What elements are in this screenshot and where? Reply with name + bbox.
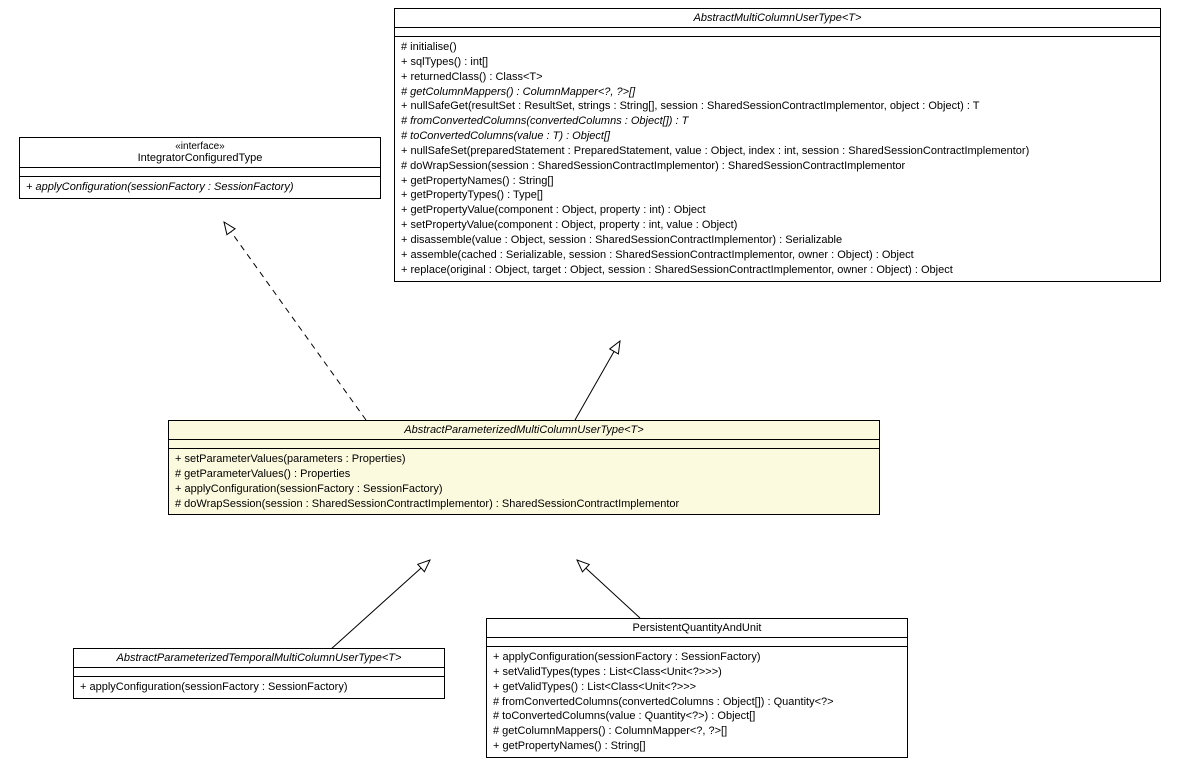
method: # initialise() (401, 40, 1154, 55)
class-title: AbstractMultiColumnUserType<T> (395, 9, 1160, 28)
method: + returnedClass() : Class<T> (401, 70, 1154, 85)
methods-compartment: + setParameterValues(parameters : Proper… (169, 449, 879, 514)
attributes-compartment (20, 168, 380, 177)
method: + setPropertyValue(component : Object, p… (401, 218, 1154, 233)
method: + sqlTypes() : int[] (401, 55, 1154, 70)
generalization-connector (575, 341, 620, 420)
class-title: «interface» IntegratorConfiguredType (20, 138, 380, 168)
method: # fromConvertedColumns(convertedColumns … (401, 114, 1154, 129)
stereotype-label: «interface» (26, 141, 374, 152)
method: + getPropertyNames() : String[] (493, 739, 901, 754)
class-name: AbstractMultiColumnUserType<T> (401, 12, 1154, 24)
method: # getParameterValues() : Properties (175, 467, 873, 482)
method: + applyConfiguration(sessionFactory : Se… (175, 482, 873, 497)
methods-compartment: + applyConfiguration(sessionFactory : Se… (74, 677, 444, 698)
method: + getPropertyNames() : String[] (401, 174, 1154, 189)
attributes-compartment (487, 638, 907, 647)
methods-compartment: # initialise() + sqlTypes() : int[] + re… (395, 37, 1160, 281)
method: # getColumnMappers() : ColumnMapper<?, ?… (493, 724, 901, 739)
class-integrator-configured-type: «interface» IntegratorConfiguredType + a… (19, 137, 381, 199)
class-name: AbstractParameterizedMultiColumnUserType… (175, 424, 873, 436)
methods-compartment: + applyConfiguration(sessionFactory : Se… (487, 647, 907, 757)
method: + nullSafeGet(resultSet : ResultSet, str… (401, 99, 1154, 114)
class-title: AbstractParameterizedTemporalMultiColumn… (74, 649, 444, 668)
class-title: AbstractParameterizedMultiColumnUserType… (169, 421, 879, 440)
attributes-compartment (169, 440, 879, 449)
method: # doWrapSession(session : SharedSessionC… (175, 497, 873, 512)
generalization-connector (577, 560, 640, 618)
method: # toConvertedColumns(value : T) : Object… (401, 129, 1154, 144)
method: # getColumnMappers() : ColumnMapper<?, ?… (401, 85, 1154, 100)
methods-compartment: + applyConfiguration(sessionFactory : Se… (20, 177, 380, 198)
method: # fromConvertedColumns(convertedColumns … (493, 695, 901, 710)
realization-connector (224, 222, 366, 420)
class-abstract-parameterized-multi-column-user-type: AbstractParameterizedMultiColumnUserType… (168, 420, 880, 515)
class-name: PersistentQuantityAndUnit (493, 622, 901, 634)
class-name: IntegratorConfiguredType (26, 152, 374, 164)
class-title: PersistentQuantityAndUnit (487, 619, 907, 638)
method: + assemble(cached : Serializable, sessio… (401, 248, 1154, 263)
method: + setValidTypes(types : List<Class<Unit<… (493, 665, 901, 680)
method: + applyConfiguration(sessionFactory : Se… (493, 650, 901, 665)
class-name: AbstractParameterizedTemporalMultiColumn… (80, 652, 438, 664)
method: + disassemble(value : Object, session : … (401, 233, 1154, 248)
method: + getPropertyTypes() : Type[] (401, 188, 1154, 203)
attributes-compartment (395, 28, 1160, 37)
method: + nullSafeSet(preparedStatement : Prepar… (401, 144, 1154, 159)
class-abstract-parameterized-temporal-multi-column-user-type: AbstractParameterizedTemporalMultiColumn… (73, 648, 445, 699)
method: + setParameterValues(parameters : Proper… (175, 452, 873, 467)
method: + replace(original : Object, target : Ob… (401, 263, 1154, 278)
class-abstract-multi-column-user-type: AbstractMultiColumnUserType<T> # initial… (394, 8, 1161, 282)
method: + getValidTypes() : List<Class<Unit<?>>> (493, 680, 901, 695)
attributes-compartment (74, 668, 444, 677)
method: + getPropertyValue(component : Object, p… (401, 203, 1154, 218)
method: + applyConfiguration(sessionFactory : Se… (80, 680, 438, 695)
class-persistent-quantity-and-unit: PersistentQuantityAndUnit + applyConfigu… (486, 618, 908, 758)
method: # doWrapSession(session : SharedSessionC… (401, 159, 1154, 174)
method: + applyConfiguration(sessionFactory : Se… (26, 180, 374, 195)
generalization-connector (330, 560, 430, 650)
method: # toConvertedColumns(value : Quantity<?>… (493, 709, 901, 724)
